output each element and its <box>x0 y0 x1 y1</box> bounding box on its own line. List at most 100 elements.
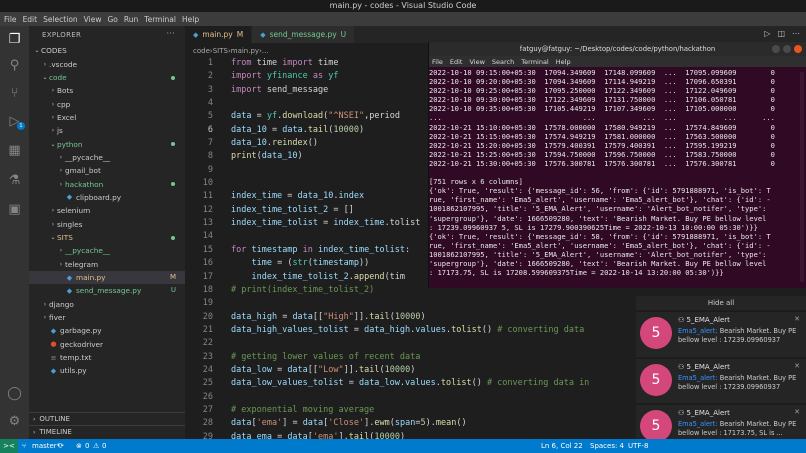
notification-toast[interactable]: 5 ⚇ 5_EMA_Alert Ema5_alert: Bearish Market… <box>636 311 806 357</box>
terminal-menu-edit[interactable]: Edit <box>450 58 463 66</box>
close-icon[interactable]: ✕ <box>794 362 800 370</box>
settings-icon[interactable]: ⚙ <box>7 414 22 429</box>
more-actions-icon[interactable]: ··· <box>166 29 175 38</box>
tree-item-clipboard-py[interactable]: ◆ clipboard.py <box>29 191 185 204</box>
tree-item-utils-py[interactable]: ◆ utils.py <box>29 364 185 377</box>
terminal-menu-file[interactable]: File <box>432 58 443 66</box>
tree-item-code[interactable]: ⌄ code <box>29 71 185 84</box>
tree-item-label: .vscode <box>49 59 78 69</box>
terminal-line: 1001862107995, 'title': '5_EMA_Alert', '… <box>429 249 767 259</box>
terminal-menu-terminal[interactable]: Terminal <box>521 58 548 66</box>
encoding[interactable]: UTF-8 <box>628 439 648 453</box>
tree-item-fiver[interactable]: › fiver <box>29 311 185 324</box>
tree-item-gmail-bot[interactable]: › gmail_bot <box>29 164 185 177</box>
terminal-line: 2022-10-10 09:20:00+05:30 17094.349609 1… <box>429 77 775 87</box>
remote-icon[interactable]: >< <box>0 439 18 453</box>
tree-item-excel[interactable]: › Excel <box>29 111 185 124</box>
explorer-header: EXPLORER ··· <box>29 26 185 44</box>
line-number: 9 <box>207 164 213 175</box>
tree-item-selenium[interactable]: › selenium <box>29 204 185 217</box>
split-editor-icon[interactable]: ◫ <box>777 29 785 38</box>
flask-icon[interactable]: ⚗ <box>7 173 22 188</box>
menu-view[interactable]: View <box>84 15 102 24</box>
close-icon[interactable]: ✕ <box>794 315 800 323</box>
error-count[interactable]: 0 <box>85 439 89 453</box>
account-icon[interactable]: ◯ <box>7 386 22 401</box>
warning-count[interactable]: 0 <box>102 439 106 453</box>
tree-item-cpp[interactable]: › cpp <box>29 97 185 110</box>
tree-item-telegram[interactable]: › telegram <box>29 258 185 271</box>
breadcrumb-item[interactable]: main.py <box>231 47 259 55</box>
breadcrumb-item[interactable]: ... <box>262 47 269 55</box>
menu-terminal[interactable]: Terminal <box>144 15 176 24</box>
tree-item-js[interactable]: › js <box>29 124 185 137</box>
breadcrumb-item[interactable]: SITS <box>213 47 228 55</box>
menu-go[interactable]: Go <box>107 15 117 24</box>
tree-item-codes[interactable]: ⌄ CODES <box>29 44 185 57</box>
tree-item-label: main.py <box>76 273 106 283</box>
close-icon[interactable] <box>794 45 802 53</box>
close-icon[interactable]: ✕ <box>794 408 800 416</box>
tab-main-py[interactable]: ◆ main.py M <box>185 26 253 43</box>
notification-toast[interactable]: 5 ⚇ 5_EMA_Alert Ema5_alert: Bearish Market… <box>636 358 806 403</box>
tree-item--vscode[interactable]: › .vscode <box>29 57 185 70</box>
menu-edit[interactable]: Edit <box>23 15 38 24</box>
branch-indicator[interactable]: master* <box>32 439 60 453</box>
tree-item-singles[interactable]: › singles <box>29 217 185 230</box>
breadcrumb-item[interactable]: code <box>193 47 210 55</box>
tree-item-garbage-py[interactable]: ◆ garbage.py <box>29 324 185 337</box>
line-numbers: 1 2 3 4 5 6 7 8 9 10 11 12 13 14 15 16 17 18 19 20 21 22 23 24 2… <box>185 57 215 444</box>
explorer-icon[interactable]: ❐ <box>7 32 22 47</box>
terminal-scrollbar[interactable] <box>800 72 804 282</box>
menu-file[interactable]: File <box>4 15 17 24</box>
tab-send-message-py[interactable]: ◆ send_message.py U <box>252 26 356 43</box>
extensions-icon[interactable]: ▦ <box>7 143 22 158</box>
source-control-icon[interactable]: ⑂ <box>7 86 22 101</box>
remote-explorer-icon[interactable]: ▣ <box>7 202 22 217</box>
python-file-icon: ◆ <box>193 30 199 39</box>
minimize-icon[interactable] <box>772 45 780 53</box>
timeline-section[interactable]: › TIMELINE <box>29 425 185 438</box>
line-number: 6 <box>207 124 213 135</box>
terminal-menu-help[interactable]: Help <box>556 58 571 66</box>
outline-section[interactable]: › OUTLINE <box>29 412 185 425</box>
line-number: 21 <box>202 324 213 335</box>
chevron-right-icon: › <box>51 87 55 95</box>
terminal-output[interactable]: 2022-10-10 09:15:00+05:30 17094.349609 1… <box>429 67 806 277</box>
line-number: 7 <box>207 138 213 149</box>
tree-item-python[interactable]: ⌄ python <box>29 137 185 150</box>
line-number: 14 <box>202 231 213 242</box>
run-icon[interactable]: ▷ <box>764 29 770 38</box>
more-icon[interactable]: ⋯ <box>792 29 800 38</box>
tree-item--pycache-[interactable]: › __pycache__ <box>29 244 185 257</box>
maximize-icon[interactable] <box>783 45 791 53</box>
tree-item-hackathon[interactable]: › hackathon <box>29 177 185 190</box>
terminal-line: [751 rows x 6 columns] <box>429 177 523 187</box>
sync-icon[interactable]: ⟳ <box>58 439 64 453</box>
tree-item-temp-txt[interactable]: ≡ temp.txt <box>29 351 185 364</box>
line-number: 10 <box>202 178 213 189</box>
menu-run[interactable]: Run <box>124 15 138 24</box>
tree-item-label: cpp <box>57 99 71 109</box>
chevron-right-icon: › <box>59 153 63 161</box>
tree-item-sits[interactable]: ⌄ SITS <box>29 231 185 244</box>
cursor-position[interactable]: Ln 6, Col 22 <box>541 439 583 453</box>
terminal-menu-search[interactable]: Search <box>492 58 514 66</box>
indentation[interactable]: Spaces: 4 <box>590 439 624 453</box>
tree-item-send-message-py[interactable]: ◆ send_message.py U <box>29 284 185 297</box>
menu-selection[interactable]: Selection <box>43 15 78 24</box>
tree-item-label: selenium <box>57 206 91 216</box>
search-icon[interactable]: ⚲ <box>7 58 22 73</box>
line-number: 28 <box>202 418 213 429</box>
tree-item-django[interactable]: › django <box>29 298 185 311</box>
menu-help[interactable]: Help <box>182 15 199 24</box>
tree-item-main-py[interactable]: ◆ main.py M <box>29 270 185 285</box>
tree-item-geckodriver[interactable]: ● geckodriver <box>29 338 185 351</box>
hide-all-button[interactable]: Hide all <box>636 296 806 310</box>
terminal-menu-view[interactable]: View <box>469 58 484 66</box>
tree-item-bots[interactable]: › Bots <box>29 84 185 97</box>
terminal-line: : 17239.09960937 5, SL is 17279.90039062… <box>429 222 758 232</box>
tree-item--pycache-[interactable]: › __pycache__ <box>29 151 185 164</box>
notification-body: Ema5_alert: Bearish Market. Buy PE bello… <box>678 420 798 438</box>
terminal-menu: File Edit View Search Terminal Help <box>429 56 806 67</box>
